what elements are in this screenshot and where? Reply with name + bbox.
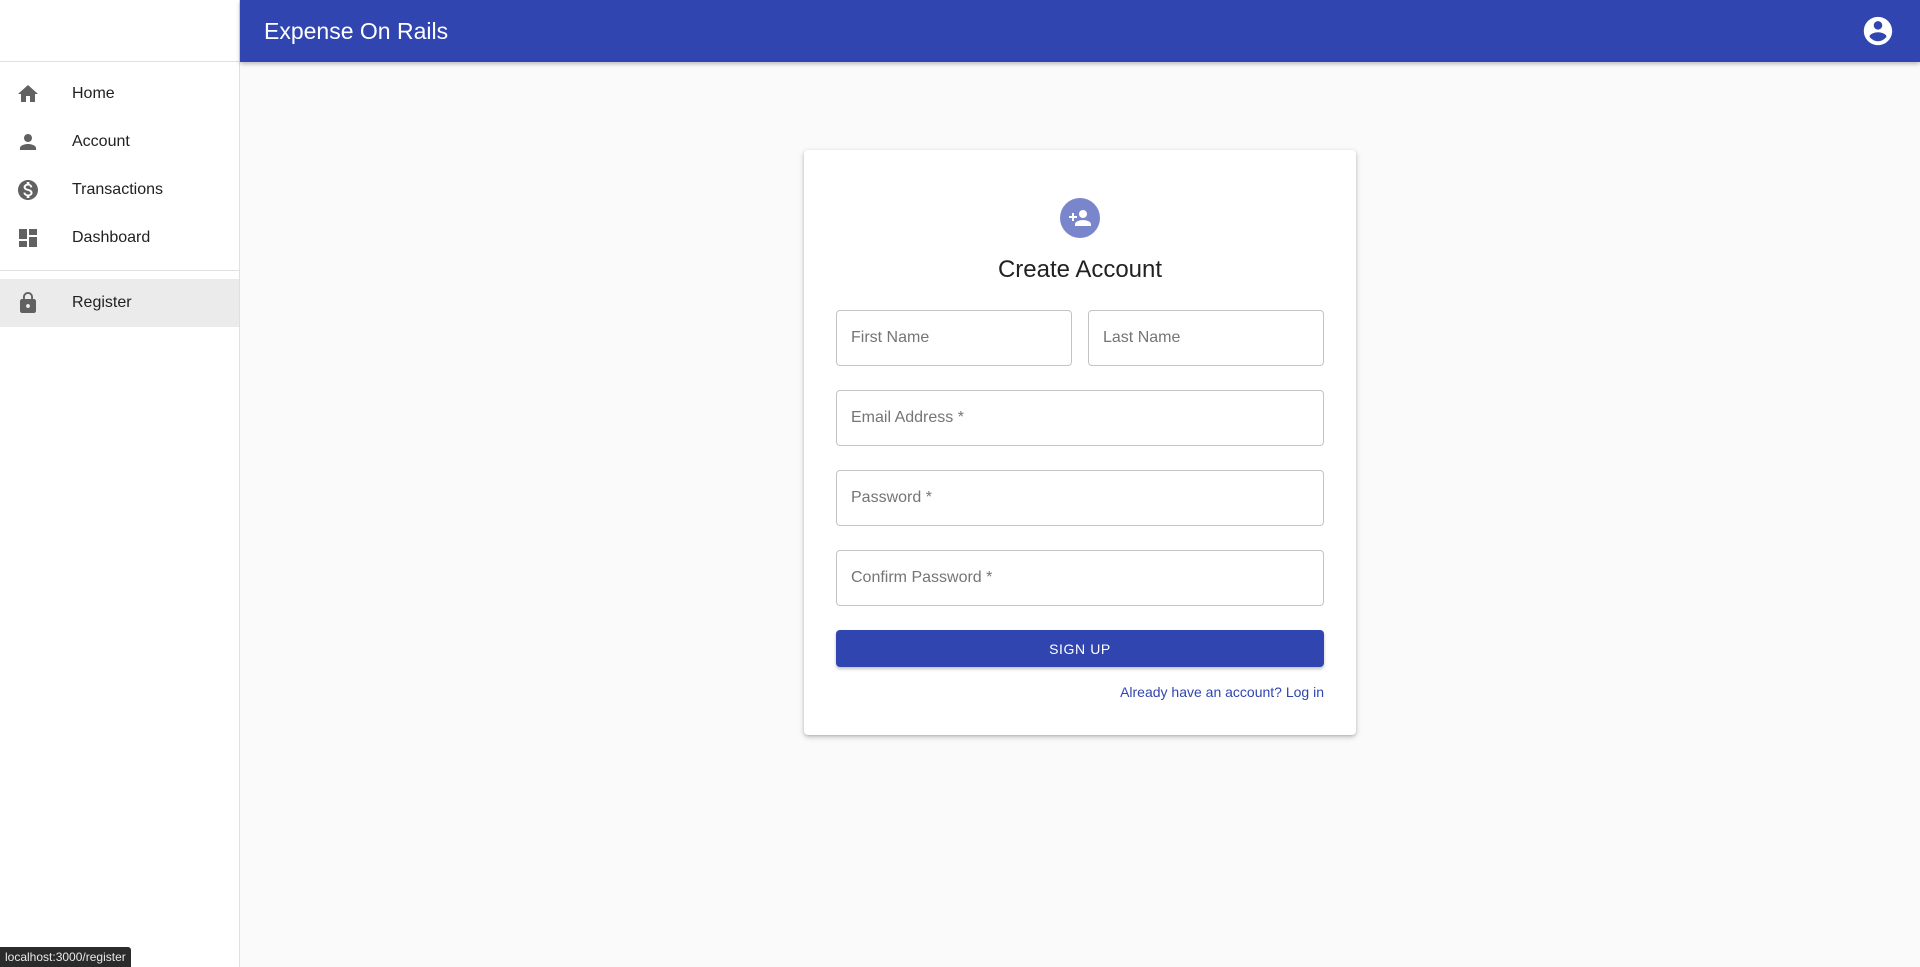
confirm-password-field [836, 550, 1324, 606]
first-name-field [836, 310, 1072, 366]
app-title: Expense On Rails [264, 17, 449, 44]
sidebar-item-account[interactable]: Account [0, 118, 239, 166]
sidebar-header [0, 0, 239, 62]
password-field [836, 470, 1324, 526]
dollar-icon [16, 178, 40, 202]
avatar [1060, 198, 1100, 238]
sidebar-item-home[interactable]: Home [0, 70, 239, 118]
sidebar: Home Account Transactions Dashboard Regi… [0, 0, 240, 967]
sidebar-item-label: Account [72, 133, 130, 150]
email-field [836, 390, 1324, 446]
sidebar-nav-list: Home Account Transactions Dashboard [0, 62, 239, 262]
browser-status-url: localhost:3000/register [0, 947, 131, 967]
account-menu-button[interactable] [1860, 13, 1896, 49]
sidebar-item-label: Transactions [72, 181, 163, 198]
sidebar-secondary-list: Register [0, 279, 239, 327]
lock-icon [16, 291, 40, 315]
account-circle-icon [1863, 16, 1893, 46]
confirm-password-input[interactable] [837, 551, 1323, 605]
sign-up-button[interactable]: Sign Up [836, 630, 1324, 667]
login-link[interactable]: Already have an account? Log in [1120, 684, 1324, 700]
last-name-input[interactable] [1089, 311, 1323, 365]
sidebar-item-transactions[interactable]: Transactions [0, 166, 239, 214]
sidebar-divider [0, 270, 239, 271]
last-name-field [1088, 310, 1324, 366]
dashboard-icon [16, 226, 40, 250]
first-name-input[interactable] [837, 311, 1071, 365]
email-input[interactable] [837, 391, 1323, 445]
person-add-icon [1069, 210, 1091, 226]
sidebar-item-label: Dashboard [72, 229, 151, 246]
sidebar-item-dashboard[interactable]: Dashboard [0, 214, 239, 262]
sidebar-item-label: Home [72, 85, 115, 102]
person-icon [16, 130, 40, 154]
page-title: Create Account [997, 256, 1163, 283]
home-icon [16, 82, 40, 106]
register-card: Create Account Sign Up Already have an a… [804, 150, 1356, 735]
sidebar-item-label: Register [72, 294, 132, 311]
app-bar: Expense On Rails [240, 0, 1920, 62]
sidebar-item-register[interactable]: Register [0, 279, 239, 327]
password-input[interactable] [837, 471, 1323, 525]
